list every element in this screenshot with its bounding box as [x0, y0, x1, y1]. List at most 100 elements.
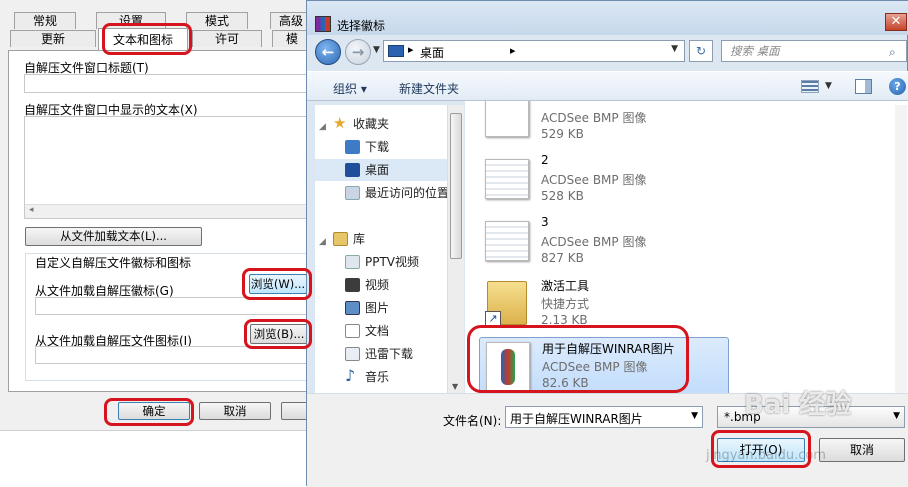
desktop-folder-icon [345, 163, 360, 177]
nav-pptv[interactable]: PPTV视频 [315, 251, 454, 273]
ok-button[interactable]: 确定 [118, 402, 190, 420]
nav-thunder[interactable]: 迅雷下载 [315, 343, 454, 365]
nav-favorites[interactable]: ◢ ★ 收藏夹 [315, 113, 454, 138]
refresh-icon[interactable]: ↻ [689, 40, 713, 62]
recent-places-icon [345, 186, 360, 200]
filename-input[interactable]: 用于自解压WINRAR图片 ▼ [505, 406, 703, 428]
title-bar: 选择徽标 ✕ [307, 1, 908, 35]
nav-downloads[interactable]: 下载 [315, 136, 454, 158]
help-icon[interactable]: ? [889, 78, 906, 95]
watermark-url: jingyan.baidu.com [706, 448, 826, 463]
nav-favorites-label: 收藏夹 [353, 117, 390, 131]
preview-pane-icon[interactable] [855, 79, 872, 94]
filter-dropdown-icon[interactable]: ▼ [893, 411, 900, 421]
nav-music[interactable]: ♪ 音乐 [315, 366, 454, 388]
nav-scrollbar[interactable]: ▼ [447, 105, 464, 393]
address-bar[interactable]: ▸ 桌面 ▸ ▼ [383, 40, 685, 62]
nav-recent-label: 最近访问的位置 [365, 186, 450, 200]
bmp-thumbnail-icon [485, 221, 529, 261]
file-item[interactable]: ↗ 激活工具 快捷方式 2.13 KB [479, 277, 729, 339]
browse-logo-button[interactable]: 浏览(W)... [249, 274, 307, 294]
file-size: 2.13 KB [541, 313, 588, 327]
forward-arrow-icon[interactable]: → [345, 39, 371, 65]
tab-update[interactable]: 更新 [10, 30, 96, 47]
address-separator: ▸ [408, 43, 414, 56]
pptv-video-icon [345, 255, 360, 269]
watermark: Bai 经验 [744, 390, 852, 420]
command-bar: 组织 ▾ 新建文件夹 ▼ ? [307, 71, 908, 101]
nav-recent[interactable]: 最近访问的位置 [315, 182, 454, 204]
library-icon [333, 232, 348, 246]
navigation-pane: ◢ ★ 收藏夹 下载 桌面 最近访问的位置 ◢ 库 PPTV视频 视频 图片 文… [315, 105, 455, 393]
file-size: 528 KB [541, 189, 584, 203]
cancel-button[interactable]: 取消 [199, 402, 271, 420]
file-item[interactable]: 3 ACDSee BMP 图像 827 KB [479, 215, 729, 277]
close-button[interactable]: ✕ [885, 13, 907, 31]
file-name: 激活工具 [541, 279, 590, 293]
scroll-thumb[interactable] [450, 113, 462, 259]
nav-video[interactable]: 视频 [315, 274, 454, 296]
organize-menu[interactable]: 组织 ▾ [333, 80, 367, 97]
filename-value: 用于自解压WINRAR图片 [510, 412, 643, 426]
filename-dropdown-icon[interactable]: ▼ [691, 411, 698, 421]
file-size: 827 KB [541, 251, 584, 265]
search-input[interactable]: 搜索 桌面 [721, 40, 907, 62]
tab-setup[interactable]: 设置 [96, 12, 166, 29]
history-dropdown-icon[interactable]: ▼ [373, 45, 380, 55]
file-size: 529 KB [541, 127, 584, 141]
nav-music-label: 音乐 [365, 370, 390, 384]
navigation-bar: ← → ▼ ▸ 桌面 ▸ ▼ ↻ 搜索 桌面 ⌕ [307, 35, 908, 67]
file-list: ACDSee BMP 图像 529 KB 2 ACDSee BMP 图像 528… [465, 101, 908, 393]
file-type: ACDSee BMP 图像 [541, 235, 647, 249]
horizontal-scrollbar[interactable]: ◂ [25, 204, 311, 218]
icon-path-input[interactable] [35, 346, 312, 364]
file-name: 用于自解压WINRAR图片 [542, 342, 675, 356]
load-text-button[interactable]: 从文件加载文本(L)... [25, 227, 202, 246]
tab-text-and-icon[interactable]: 文本和图标 [98, 28, 188, 50]
bottom-area [0, 430, 312, 486]
sfx-text-area[interactable]: ◂ [24, 116, 312, 219]
view-dropdown-icon[interactable]: ▼ [825, 81, 832, 91]
address-dropdown-icon[interactable]: ▼ [671, 44, 678, 54]
star-icon: ★ [333, 114, 347, 132]
file-size: 82.6 KB [542, 376, 589, 390]
file-list-scrollbar[interactable] [895, 105, 907, 393]
file-name: 2 [541, 153, 549, 167]
dialog-title: 选择徽标 [337, 19, 386, 33]
address-arrow-icon: ▸ [510, 44, 516, 57]
nav-library[interactable]: ◢ 库 [315, 228, 454, 253]
nav-desktop[interactable]: 桌面 [315, 159, 454, 181]
back-arrow-icon[interactable]: ← [315, 39, 341, 65]
expand-arrow-icon[interactable]: ◢ [319, 231, 326, 253]
file-type: ACDSee BMP 图像 [541, 111, 647, 125]
tab-license[interactable]: 许可 [192, 30, 262, 47]
address-text: 桌面 [420, 46, 445, 60]
expand-arrow-icon[interactable]: ◢ [319, 116, 326, 138]
group-title: 自定义自解压文件徽标和图标 [33, 254, 194, 271]
video-icon [345, 278, 360, 292]
nav-documents[interactable]: 文档 [315, 320, 454, 342]
dialog-cancel-button[interactable]: 取消 [819, 438, 905, 462]
view-mode-icon[interactable] [801, 80, 819, 93]
nav-library-label: 库 [353, 232, 366, 246]
nav-pictures-label: 图片 [365, 301, 390, 315]
winrar-app-icon [315, 16, 331, 32]
file-item-selected[interactable]: 用于自解压WINRAR图片 ACDSee BMP 图像 82.6 KB [479, 337, 729, 393]
pictures-icon [345, 301, 360, 315]
logo-path-input[interactable] [35, 297, 312, 315]
downloads-folder-icon [345, 140, 360, 154]
file-type: ACDSee BMP 图像 [541, 173, 647, 187]
nav-pictures[interactable]: 图片 [315, 297, 454, 319]
bmp-thumbnail-icon [486, 342, 530, 392]
tab-general[interactable]: 常规 [14, 12, 76, 29]
search-icon: ⌕ [889, 45, 896, 59]
scroll-left-icon[interactable]: ◂ [29, 205, 34, 215]
browse-icon-button[interactable]: 浏览(B)... [250, 324, 308, 344]
file-type: 快捷方式 [541, 297, 590, 311]
new-folder-button[interactable]: 新建文件夹 [399, 80, 459, 97]
file-item[interactable]: 2 ACDSee BMP 图像 528 KB [479, 153, 729, 215]
nav-documents-label: 文档 [365, 324, 390, 338]
sfx-title-input[interactable] [24, 74, 312, 93]
tab-modes[interactable]: 模式 [186, 12, 248, 29]
scroll-down-icon[interactable]: ▼ [452, 382, 458, 391]
